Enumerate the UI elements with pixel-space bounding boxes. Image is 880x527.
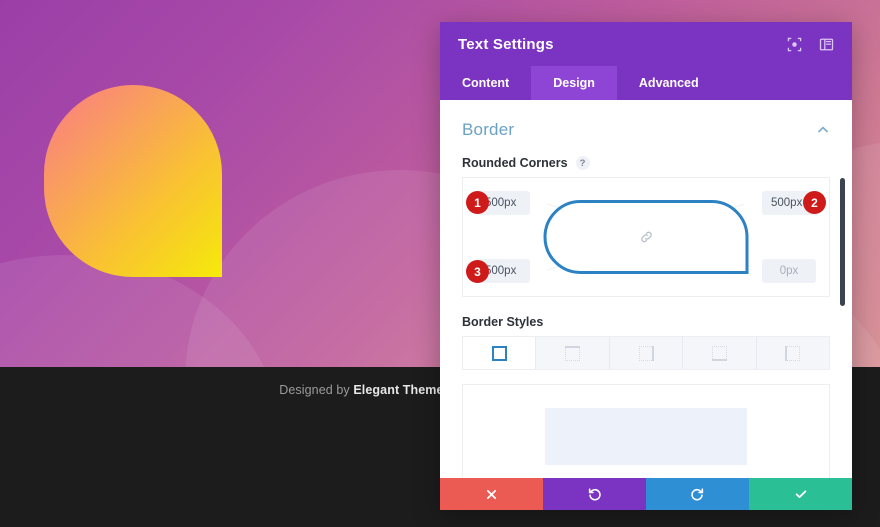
chain-link-icon[interactable] [639, 230, 654, 245]
border-width-preview [462, 384, 830, 478]
border-styles-label: Border Styles [462, 315, 544, 329]
modal-header-icons [786, 36, 834, 52]
check-icon [795, 490, 806, 499]
corner-preview [543, 200, 749, 274]
border-styles-selector [462, 336, 830, 370]
border-styles-label-row: Border Styles [462, 315, 830, 329]
undo-button[interactable] [543, 478, 646, 510]
corner-input-bottom-right[interactable]: 0px [762, 259, 816, 283]
modal-tabs: Content Design Advanced [440, 66, 852, 100]
redo-icon [691, 487, 704, 501]
tab-content[interactable]: Content [440, 66, 531, 100]
rounded-corners-control: 1 2 3 500px 500px 500px 0px [462, 177, 830, 297]
scrollbar-thumb[interactable] [840, 178, 845, 306]
modal-scrollbar[interactable] [840, 100, 849, 478]
modal-title: Text Settings [458, 35, 554, 53]
close-icon [486, 489, 497, 499]
modal-action-bar [440, 478, 852, 510]
page-preview: Designed by Elegant Themes| Powered by W… [0, 0, 880, 527]
rounded-shape-preview [44, 85, 222, 277]
tab-design[interactable]: Design [531, 66, 617, 100]
redo-button[interactable] [646, 478, 749, 510]
panel-layout-icon[interactable] [818, 36, 834, 52]
rounded-corners-label-row: Rounded Corners ? [462, 156, 830, 170]
modal-body: Border Rounded Corners ? 1 2 3 500px 500… [440, 100, 852, 478]
section-title-border: Border [462, 120, 515, 139]
chevron-up-icon[interactable] [816, 123, 830, 137]
cancel-button[interactable] [440, 478, 543, 510]
footer-prefix: Designed by [279, 383, 354, 397]
border-style-right-icon[interactable] [609, 337, 684, 369]
text-settings-modal: Text Settings Content Design Advanced Bo… [440, 22, 852, 510]
annotation-badge-1: 1 [466, 191, 489, 214]
modal-header: Text Settings [440, 22, 852, 66]
undo-icon [588, 487, 601, 501]
focus-icon[interactable] [786, 36, 802, 52]
save-button[interactable] [749, 478, 852, 510]
border-style-all-icon[interactable] [463, 337, 537, 369]
footer-brand-elegant-themes[interactable]: Elegant Themes [353, 383, 450, 397]
rounded-corners-label: Rounded Corners [462, 156, 568, 170]
border-style-top-icon[interactable] [536, 337, 610, 369]
border-section-header[interactable]: Border [462, 100, 830, 156]
tab-advanced[interactable]: Advanced [617, 66, 721, 100]
annotation-badge-3: 3 [466, 260, 489, 283]
help-icon[interactable]: ? [575, 156, 590, 170]
border-style-left-icon[interactable] [756, 337, 830, 369]
border-style-bottom-icon[interactable] [683, 337, 757, 369]
border-width-swatch [545, 408, 747, 465]
annotation-badge-2: 2 [803, 191, 826, 214]
